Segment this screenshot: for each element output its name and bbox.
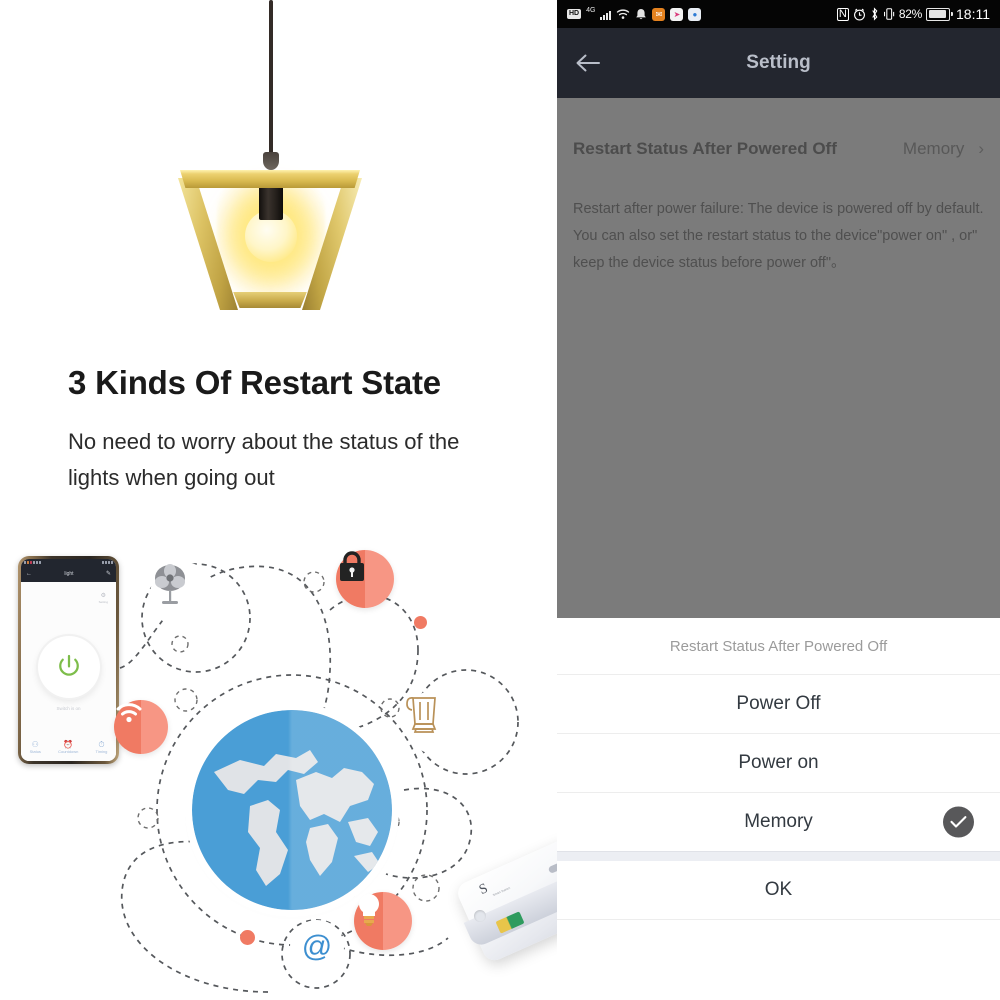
setting-description: Restart after power failure: The device … <box>573 201 984 271</box>
wifi-icon <box>116 703 142 723</box>
page-root: 3 Kinds Of Restart State No need to worr… <box>0 0 1000 1000</box>
page-subtitle: No need to worry about the status of the… <box>68 429 460 490</box>
marketing-panel: 3 Kinds Of Restart State No need to worr… <box>0 0 557 1000</box>
lamp-cord <box>269 0 273 160</box>
node-lock <box>336 550 394 608</box>
at-icon: @ <box>301 930 333 963</box>
settings-content-dimmed: Restart Status After Powered Off Memory … <box>557 98 1000 618</box>
status-bar-left: HD 4G ✉ ➤ ● <box>567 6 702 21</box>
lock-icon <box>340 551 364 581</box>
vibrate-icon <box>883 8 895 20</box>
setting-row-restart-status[interactable]: Restart Status After Powered Off Memory … <box>557 119 1000 179</box>
status-bar-right: N 82% 18:11 <box>836 6 990 22</box>
action-sheet-title: Restart Status After Powered Off <box>669 637 888 655</box>
phone-mockup-gear-icon[interactable]: ⚙ Setting <box>99 592 108 604</box>
node-kettle <box>404 690 468 754</box>
action-sheet-option-power-on[interactable]: Power on <box>557 733 1000 792</box>
battery-percent-label: 82% <box>898 7 922 21</box>
timer-icon: ⏱ <box>98 740 105 749</box>
power-icon <box>58 654 79 676</box>
node-fan <box>150 562 216 628</box>
kettle-icon <box>406 697 437 733</box>
phone-mockup-body: ⚙ Setting Switch is on ⚇ Status ⏰ Countd… <box>21 582 116 761</box>
action-sheet: Restart Status After Powered Off Power O… <box>557 618 1000 1000</box>
lamp-cap <box>263 152 279 170</box>
action-sheet-separator-band <box>557 851 1000 861</box>
phone-mockup-tab-timing[interactable]: ⏱ Timing <box>96 740 108 754</box>
wifi-icon <box>617 9 630 19</box>
option-label: Memory <box>744 811 813 832</box>
phone-mockup-edit-icon[interactable]: ✎ <box>106 571 111 577</box>
node-bulb <box>354 892 412 950</box>
frame-beam-top <box>180 170 360 188</box>
toggle-icon: ⚇ <box>31 740 39 749</box>
frame-beam-left <box>178 178 238 310</box>
phone-screenshot-panel: HD 4G ✉ ➤ ● N 82% 18:11 Setting Restart … <box>557 0 1000 1000</box>
mail-icon: ✉ <box>652 7 666 21</box>
accent-dot-2 <box>240 930 255 945</box>
hd-icon: HD <box>567 9 582 19</box>
accent-dot-1 <box>414 616 427 629</box>
app-pink-icon: ➤ <box>670 7 684 21</box>
phone-mockup-statusbar <box>21 559 116 566</box>
clock-icon: ⏰ <box>63 740 74 749</box>
setting-row-right: Memory › <box>903 139 984 159</box>
alarm-icon <box>853 8 865 21</box>
app-blue-icon: ● <box>688 7 702 21</box>
phone-mockup-status-icons-right <box>102 561 113 564</box>
setting-row-value: Memory <box>902 139 965 158</box>
check-circle-icon <box>943 806 974 838</box>
phone-mockup-navbar: ← light ✎ <box>21 566 116 582</box>
phone-mockup-screen: ← light ✎ ⚙ Setting Switch is on ⚇ Statu… <box>21 559 116 761</box>
navbar-title: Setting <box>746 52 811 73</box>
phone-mockup-tabbar: ⚇ Status ⏰ Countdown ⏱ Timing <box>21 740 116 754</box>
phone-mockup-back-icon[interactable]: ← <box>26 571 32 577</box>
globe-highlight <box>192 710 392 910</box>
action-sheet-option-power-off[interactable]: Power Off <box>557 674 1000 733</box>
phone-mockup-gear-label: Setting <box>98 600 108 604</box>
bell-icon <box>636 8 647 19</box>
phone-mockup-tab-timing-label: Timing <box>95 749 108 754</box>
option-label: Power Off <box>736 693 821 714</box>
phone-mockup-tab-status[interactable]: ⚇ Status <box>30 740 41 754</box>
phone-mockup-tab-status-label: Status <box>29 749 41 754</box>
page-title: 3 Kinds Of Restart State <box>68 364 441 402</box>
frame-beam-bottom <box>233 292 307 308</box>
4g-icon: 4G <box>586 6 596 14</box>
action-sheet-confirm-button[interactable]: OK <box>557 861 1000 919</box>
phone-mockup-power-button[interactable] <box>37 636 100 698</box>
nfc-icon: N <box>836 7 849 21</box>
chevron-right-icon: › <box>978 139 984 158</box>
world-globe-icon <box>192 710 392 910</box>
action-sheet-bottom-divider <box>557 919 1000 921</box>
frame-beam-right <box>302 178 362 310</box>
phone-mockup-tab-countdown-label: Countdown <box>58 749 79 754</box>
pendant-lamp-illustration <box>175 0 365 310</box>
node-email: @ <box>290 920 344 974</box>
status-bar: HD 4G ✉ ➤ ● N 82% 18:11 <box>557 0 1000 28</box>
confirm-label: OK <box>764 879 793 900</box>
app-navbar: Setting <box>557 28 1000 98</box>
fan-icon <box>155 564 185 604</box>
lamp-gold-frame <box>175 170 365 310</box>
phone-mockup-tab-countdown[interactable]: ⏰ Countdown <box>58 740 78 754</box>
smart-switch-device: S Smart Switch <box>452 836 557 988</box>
phone-mockup-title: light <box>64 571 74 577</box>
node-wifi <box>114 700 168 754</box>
bluetooth-icon <box>872 7 878 21</box>
signal-icon <box>600 9 612 20</box>
phone-mockup-status-icons-left <box>24 561 41 564</box>
phone-mockup: ← light ✎ ⚙ Setting Switch is on ⚇ Statu… <box>18 556 119 764</box>
checkmark-icon <box>950 816 967 828</box>
option-label: Power on <box>738 752 819 773</box>
action-sheet-option-memory[interactable]: Memory <box>557 792 1000 851</box>
bulb-icon <box>359 894 379 926</box>
setting-row-label: Restart Status After Powered Off <box>573 139 837 158</box>
battery-icon <box>926 7 953 21</box>
phone-mockup-state-label: Switch is on <box>56 706 81 711</box>
clock-label: 18:11 <box>956 6 990 22</box>
